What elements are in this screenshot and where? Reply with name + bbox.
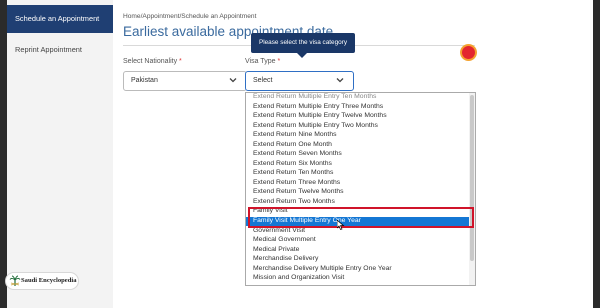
sidebar-item-schedule-appointment[interactable]: Schedule an Appointment (7, 5, 113, 33)
dropdown-option[interactable]: Extend Return Six Months (253, 160, 332, 167)
main-content: Home/Appointment/Schedule an Appointment… (113, 0, 593, 308)
visa-category-tooltip: Please select the visa category (251, 33, 355, 53)
dropdown-option[interactable]: Merchandise Delivery (253, 255, 318, 262)
dropdown-option[interactable]: Extend Return Three Months (253, 179, 340, 186)
breadcrumb: Home/Appointment/Schedule an Appointment (123, 13, 257, 20)
dropdown-option[interactable]: Extend Return Seven Months (253, 150, 342, 157)
dropdown-option[interactable]: Merchandise Delivery Multiple Entry One … (253, 265, 392, 272)
dropdown-scrollbar[interactable] (469, 93, 475, 285)
scrollbar-thumb[interactable] (470, 95, 474, 261)
nationality-select[interactable]: Pakistan (123, 71, 247, 91)
dropdown-option[interactable]: Extend Return Multiple Entry Two Months (253, 122, 378, 129)
palm-tree-icon (9, 275, 21, 286)
visa-type-select[interactable]: Select (245, 71, 354, 91)
visa-type-label-text: Visa Type (245, 58, 276, 65)
dropdown-option[interactable]: Extend Return Twelve Months (253, 188, 344, 195)
right-video-edge (593, 0, 600, 308)
dropdown-option[interactable]: Extend Return Multiple Entry Three Month… (253, 103, 383, 110)
tooltip-arrow (297, 53, 307, 58)
nationality-label: Select Nationality * (123, 58, 182, 65)
annotation-highlight-box (248, 207, 474, 228)
sidebar: Schedule an Appointment Reprint Appointm… (7, 0, 113, 308)
required-mark: * (179, 58, 182, 65)
visa-type-value: Select (253, 77, 273, 84)
watermark-text: Saudi Encyclopedia (21, 277, 77, 284)
dropdown-option[interactable]: Extend Return Two Months (253, 198, 335, 205)
dropdown-option[interactable]: Extend Return Ten Months (253, 169, 333, 176)
watermark-logo: Saudi Encyclopedia (5, 272, 79, 290)
dropdown-option[interactable]: Extend Return Multiple Entry Twelve Mont… (253, 112, 387, 119)
sidebar-item-label: Schedule an Appointment (15, 14, 100, 23)
required-mark: * (277, 58, 281, 65)
chevron-down-icon (229, 78, 237, 83)
sidebar-item-label: Reprint Appointment (15, 45, 82, 54)
dropdown-option[interactable]: Extend Return Multiple Entry Ten Months (253, 93, 376, 100)
dropdown-option[interactable]: Mission and Organization Visit (253, 274, 344, 281)
mouse-cursor-icon (337, 220, 345, 230)
visa-type-label: Visa Type * (245, 58, 280, 65)
recording-dot-icon (462, 46, 475, 59)
dropdown-option[interactable]: Medical Private (253, 246, 299, 253)
dropdown-option[interactable]: Extend Return One Month (253, 141, 332, 148)
sidebar-item-reprint-appointment[interactable]: Reprint Appointment (7, 36, 113, 64)
chevron-down-icon (336, 78, 344, 83)
dropdown-option[interactable]: Medical Government (253, 236, 316, 243)
nationality-value: Pakistan (131, 77, 158, 84)
left-video-edge (0, 0, 7, 308)
visa-type-dropdown-list[interactable]: Extend Return Multiple Entry Ten Months … (245, 92, 476, 286)
nationality-label-text: Select Nationality (123, 58, 178, 65)
dropdown-option[interactable]: Extend Return Nine Months (253, 131, 337, 138)
